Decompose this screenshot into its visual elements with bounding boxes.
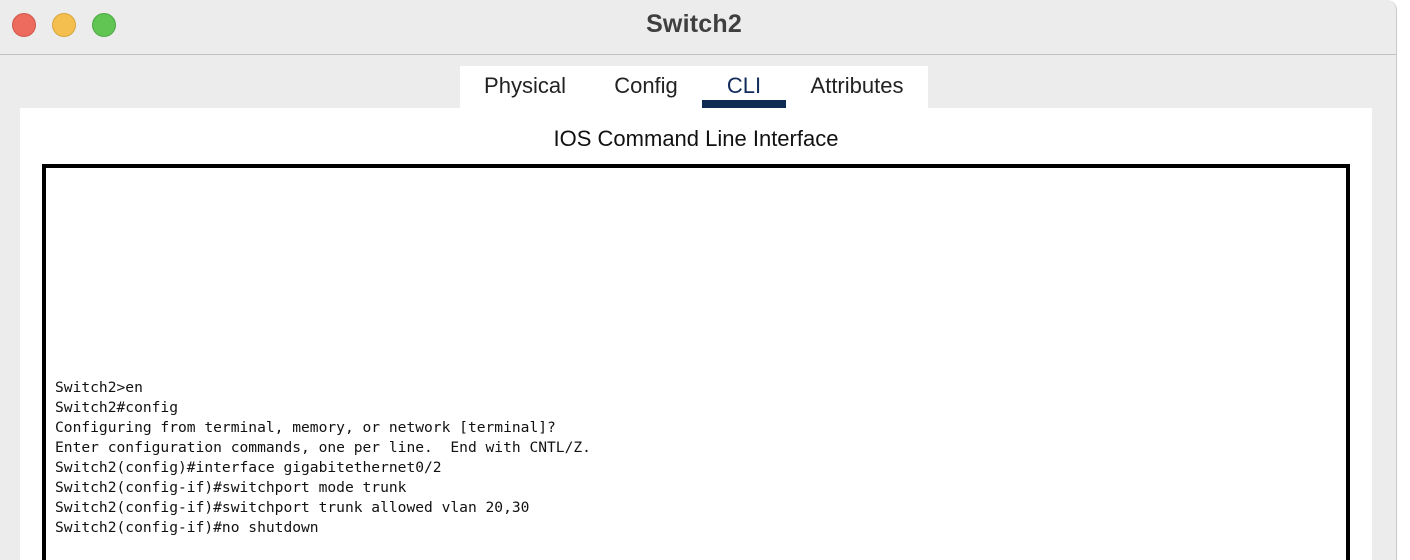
cli-panel: IOS Command Line Interface Switch2>en Sw… (20, 108, 1372, 560)
terminal-line: Configuring from terminal, memory, or ne… (55, 419, 556, 436)
terminal-line: Switch2(config-if)#switchport mode trunk (55, 479, 407, 496)
title-bar[interactable]: Switch2 (0, 0, 1396, 55)
terminal-line: Switch2(config)#interface gigabitetherne… (55, 459, 442, 476)
selected-tab-indicator (702, 100, 786, 108)
panel-title: IOS Command Line Interface (553, 126, 839, 151)
tab-physical[interactable]: Physical (474, 66, 576, 108)
tab-config[interactable]: Config (606, 66, 686, 108)
tab-attributes[interactable]: Attributes (806, 66, 908, 108)
device-tab-bar: Physical Config CLI Attributes (460, 66, 928, 108)
window-title: Switch2 (646, 10, 742, 38)
cli-terminal[interactable]: Switch2>en Switch2#config Configuring fr… (42, 164, 1350, 560)
app-window: Switch2 Physical Config CLI Attributes I… (0, 0, 1397, 560)
terminal-line: Switch2(config-if)#no shutdown (55, 519, 319, 536)
terminal-line: Switch2#config (55, 399, 179, 416)
terminal-line: Enter configuration commands, one per li… (55, 439, 591, 456)
terminal-line: Switch2>en (55, 379, 143, 396)
terminal-line: Switch2(config-if)#switchport trunk allo… (55, 499, 530, 516)
